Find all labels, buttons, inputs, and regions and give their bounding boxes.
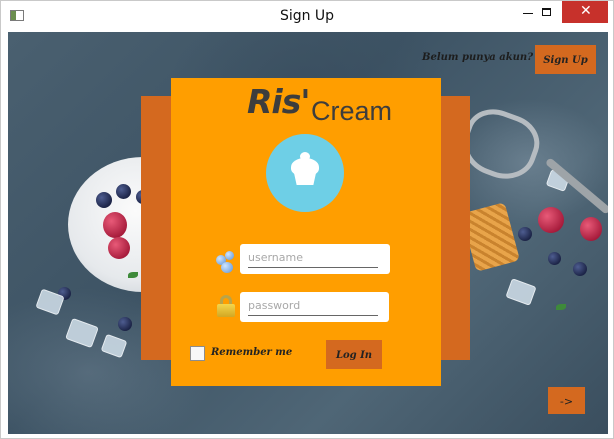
password-field-wrap [240,292,389,322]
title-bar[interactable]: Sign Up ✕ [1,1,613,31]
raspberry [103,212,127,238]
next-arrow-button[interactable]: -> [548,387,585,414]
remember-checkbox[interactable] [190,346,205,361]
signup-window: Sign Up ✕ Belum punya akun? Sign Up Ris' [0,0,614,439]
raspberry [580,217,602,241]
maximize-button[interactable] [532,1,562,25]
logo-text-main: Ris' [247,82,310,121]
password-input[interactable] [248,295,378,316]
raspberry [538,207,564,233]
signup-prompt: Belum punya akun? [422,52,534,63]
username-input[interactable] [248,247,378,268]
close-button[interactable]: ✕ [562,1,608,23]
blueberry [548,252,561,265]
login-button[interactable]: Log In [326,340,382,369]
users-icon [216,251,236,273]
ice-cube [65,317,99,349]
remember-label: Remember me [211,347,293,358]
ice-cream-icon [266,134,344,212]
blueberry [518,227,532,241]
logo-text-sub: Cream [311,96,393,126]
blueberry [116,184,131,199]
username-field-wrap [240,244,390,274]
blueberry [573,262,587,276]
blueberry [118,317,132,331]
signup-button[interactable]: Sign Up [535,45,596,74]
mint-leaf [556,304,566,310]
ice-cube [505,278,537,306]
login-card: Ris' Cream Remember me Log In [171,78,441,386]
raspberry [108,237,130,259]
lock-icon [216,295,236,317]
mint-leaf [128,272,138,278]
close-icon: ✕ [580,3,592,19]
ice-cream-cup [294,173,316,185]
ice-cube [100,333,128,359]
maximize-icon [542,8,551,16]
blueberry [96,192,112,208]
